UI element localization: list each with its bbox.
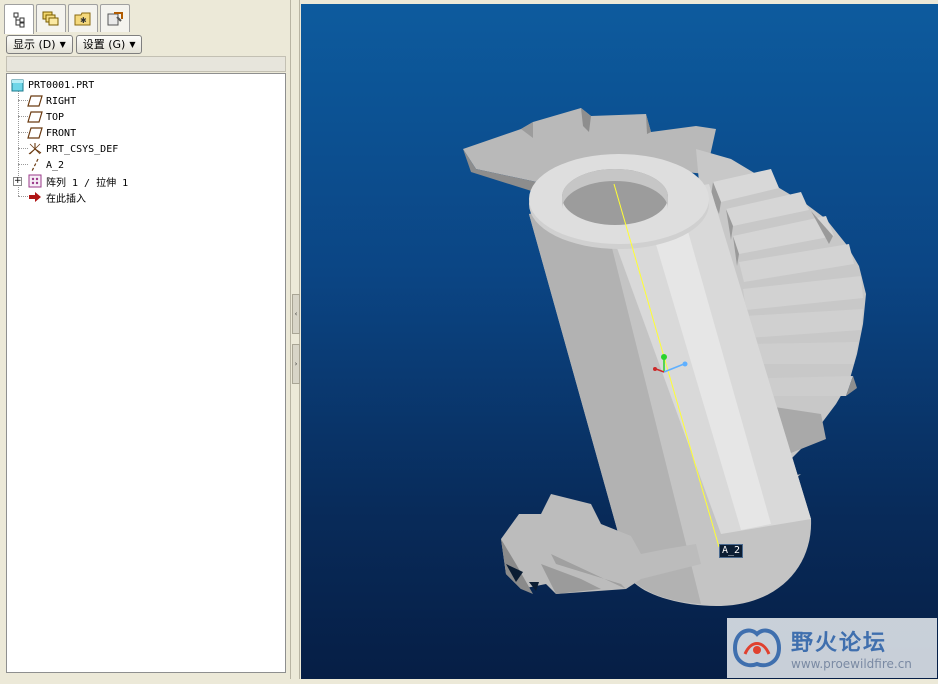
dropdown-arrow-icon: ▼ — [129, 40, 136, 49]
watermark: 野火论坛 www.proewildfire.cn — [727, 618, 937, 678]
tree-item-insert-here[interactable]: 在此插入 — [27, 189, 86, 205]
tree-column-header — [6, 56, 286, 72]
datum-plane-icon — [27, 94, 43, 108]
tree-toolbar: 显示 (D) ▼ 设置 (G) ▼ — [6, 35, 143, 55]
tree-item-axis[interactable]: A_2 — [27, 157, 64, 173]
navigator-panel: ✱ 显示 (D) ▼ 设置 (G) ▼ PRT0001.PRT RIGHT TO… — [0, 0, 290, 684]
datum-plane-icon — [27, 126, 43, 140]
dropdown-arrow-icon: ▼ — [59, 40, 66, 49]
app-window: ✱ 显示 (D) ▼ 设置 (G) ▼ PRT0001.PRT RIGHT TO… — [0, 0, 938, 684]
tree-item-csys[interactable]: PRT_CSYS_DEF — [27, 141, 118, 157]
tree-item-label: 阵列 1 / 拉伸 1 — [46, 177, 129, 189]
coordinate-system-icon — [27, 142, 43, 156]
favorites-icon — [107, 11, 123, 25]
tree-item-right[interactable]: RIGHT — [27, 93, 76, 109]
axis-label-a2[interactable]: A_2 — [719, 544, 744, 558]
tab-favorites[interactable] — [100, 4, 130, 32]
panel-splitter[interactable]: ‹ › — [290, 0, 300, 684]
folder-browser-icon: ✱ — [74, 12, 91, 25]
tree-item-label: FRONT — [46, 127, 77, 139]
watermark-url: www.proewildfire.cn — [791, 657, 912, 671]
model-tree-icon — [13, 12, 25, 27]
tree-item-top[interactable]: TOP — [27, 109, 64, 125]
tab-folder-browser[interactable]: ✱ — [68, 4, 98, 32]
expand-toggle[interactable]: + — [13, 177, 22, 186]
tree-item-label: 在此插入 — [46, 193, 86, 205]
settings-menu-button[interactable]: 设置 (G) ▼ — [75, 35, 143, 54]
layers-icon — [42, 11, 59, 25]
graphics-viewport[interactable]: A_2 野火论坛 www.proewildfire.cn — [301, 4, 938, 679]
tree-root[interactable]: PRT0001.PRT — [9, 77, 94, 93]
tree-item-label: TOP — [46, 111, 65, 123]
datum-plane-icon — [27, 110, 43, 124]
show-menu-button[interactable]: 显示 (D) ▼ — [6, 35, 73, 54]
tab-layers[interactable] — [36, 4, 66, 32]
model-tree: PRT0001.PRT RIGHT TOP FRONT PRT_CSYS_DEF… — [6, 73, 286, 673]
datum-axis-icon — [27, 158, 43, 172]
tree-item-label: A_2 — [46, 159, 65, 171]
expand-right-icon[interactable]: › — [292, 344, 300, 384]
tree-item-pattern[interactable]: 阵列 1 / 拉伸 1 — [27, 173, 128, 189]
show-menu-label: 显示 (D) — [13, 38, 56, 51]
tree-root-label: PRT0001.PRT — [28, 79, 95, 91]
svg-text:✱: ✱ — [80, 16, 87, 25]
status-bar — [0, 679, 938, 684]
part-icon — [9, 78, 25, 92]
tab-model-tree[interactable] — [4, 4, 34, 34]
tree-item-front[interactable]: FRONT — [27, 125, 76, 141]
watermark-title: 野火论坛 — [791, 631, 888, 656]
forum-logo-icon — [732, 628, 782, 668]
watermark-text: 野火论坛 www.proewildfire.cn — [791, 625, 912, 671]
gear-model-render — [463, 108, 866, 607]
insert-here-arrow-icon — [27, 190, 43, 204]
pattern-icon — [27, 174, 43, 188]
tree-item-label: PRT_CSYS_DEF — [46, 143, 119, 155]
settings-menu-label: 设置 (G) — [82, 38, 126, 51]
tree-item-label: RIGHT — [46, 95, 77, 107]
collapse-left-icon[interactable]: ‹ — [292, 294, 300, 334]
navigator-tabs: ✱ — [4, 4, 130, 34]
